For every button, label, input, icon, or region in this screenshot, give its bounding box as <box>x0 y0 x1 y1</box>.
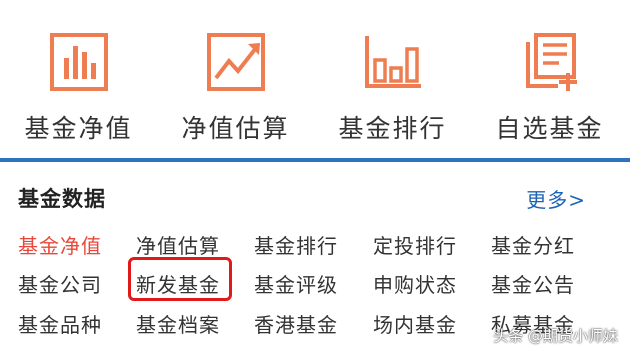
section-divider <box>0 158 630 162</box>
nav-watchlist[interactable]: 自选基金 <box>471 0 628 158</box>
grid-item-fund-nav[interactable]: 基金净值 <box>18 230 102 259</box>
grid-item-fund-ranking[interactable]: 基金排行 <box>254 230 338 259</box>
grid-item-fund-dividend[interactable]: 基金分红 <box>491 230 575 259</box>
nav-label: 净值估算 <box>181 114 290 143</box>
grid-item-exchange-fund[interactable]: 场内基金 <box>373 309 457 338</box>
nav-label: 基金排行 <box>338 114 447 143</box>
section-title: 基金数据 <box>18 187 106 211</box>
nav-nav-estimate[interactable]: 净值估算 <box>157 0 314 158</box>
grid-item-fund-rating[interactable]: 基金评级 <box>254 269 338 298</box>
nav-label: 自选基金 <box>495 114 604 143</box>
grid-item-nav-estimate[interactable]: 净值估算 <box>136 230 220 259</box>
top-nav: 基金净值 净值估算 基金排行 自选基金 <box>0 0 630 158</box>
grid-item-hk-fund[interactable]: 香港基金 <box>254 309 338 338</box>
watermark: 头条 @期货小师妹 <box>493 327 618 345</box>
grid-item-subscription-status[interactable]: 申购状态 <box>373 269 457 298</box>
ranking-bars-icon <box>361 30 425 94</box>
grid-item-fund-type[interactable]: 基金品种 <box>18 309 102 338</box>
highlight-box <box>128 257 232 301</box>
nav-fund-ranking[interactable]: 基金排行 <box>314 0 471 158</box>
grid-item-sip-ranking[interactable]: 定投排行 <box>373 230 457 259</box>
grid-item-fund-company[interactable]: 基金公司 <box>18 269 102 298</box>
trend-line-icon <box>204 30 268 94</box>
document-add-icon <box>518 30 582 94</box>
grid-item-fund-archive[interactable]: 基金档案 <box>136 309 220 338</box>
more-link[interactable]: 更多> <box>526 184 586 213</box>
bar-chart-icon <box>47 30 111 94</box>
nav-fund-nav[interactable]: 基金净值 <box>0 0 157 158</box>
grid-item-fund-announcement[interactable]: 基金公告 <box>491 269 575 298</box>
nav-label: 基金净值 <box>24 114 133 143</box>
